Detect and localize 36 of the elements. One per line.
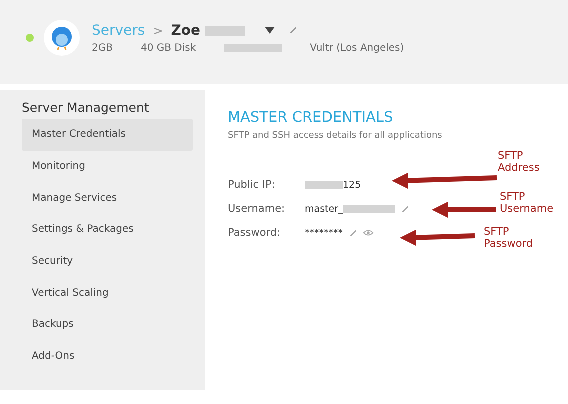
- field-label: Public IP:: [228, 179, 276, 191]
- server-provider: Vultr (Los Angeles): [310, 42, 404, 54]
- disk-size: 40 GB Disk: [140, 42, 196, 54]
- sidebar-item[interactable]: Security: [22, 246, 193, 278]
- field-value: 125: [343, 180, 362, 190]
- field-value: ********: [305, 228, 343, 238]
- annotation-arrow: [432, 202, 496, 218]
- section-subtitle: SFTP and SSH access details for all applications: [228, 131, 444, 141]
- redacted-mark: [305, 181, 343, 189]
- sidebar-item[interactable]: Settings & Packages: [22, 214, 193, 246]
- section-title: MASTER CREDENTIALS: [228, 110, 394, 126]
- breadcrumb-separator: >: [153, 24, 164, 38]
- edit-icon[interactable]: [401, 204, 410, 214]
- eye-icon[interactable]: [363, 229, 374, 237]
- annotation-label: SFTP Username: [500, 192, 554, 216]
- annotation-label: SFTP Address: [498, 151, 540, 174]
- redacted-mark: [343, 205, 396, 213]
- field-value: master_: [305, 204, 344, 214]
- sidebar-item[interactable]: Monitoring: [22, 150, 193, 182]
- annotation-label: SFTP Password: [484, 227, 534, 250]
- sidebar-item[interactable]: Add-Ons: [22, 340, 193, 372]
- dropdown-caret-icon[interactable]: [264, 27, 275, 34]
- sidebar-title: Server Management: [22, 100, 150, 115]
- server-name: Zoe: [171, 22, 201, 38]
- sidebar-item[interactable]: Manage Services: [22, 182, 193, 214]
- sidebar-item[interactable]: Master Credentials: [22, 119, 193, 151]
- bird-logo-icon: [51, 26, 73, 50]
- ram-size: 2GB: [92, 42, 113, 54]
- sidebar-item[interactable]: Vertical Scaling: [22, 277, 193, 310]
- edit-icon[interactable]: [288, 26, 298, 35]
- redacted-mark: [224, 44, 282, 52]
- edit-icon[interactable]: [349, 228, 358, 238]
- redacted-mark: [204, 26, 245, 36]
- field-label: Username:: [228, 203, 286, 215]
- field-label: Password:: [228, 227, 282, 239]
- sidebar-item[interactable]: Backups: [22, 309, 193, 341]
